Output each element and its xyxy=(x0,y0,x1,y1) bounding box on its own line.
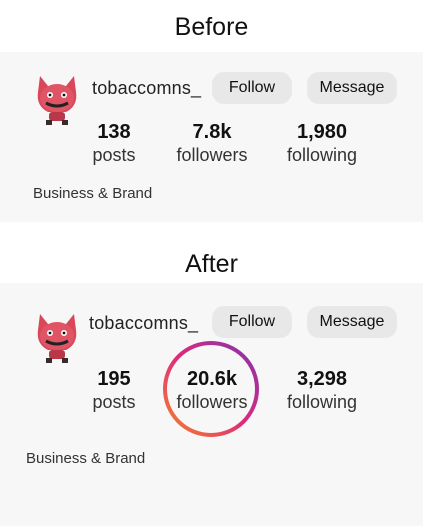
stat-followers-value: 7.8k xyxy=(192,121,232,143)
stat-posts-value: 138 xyxy=(97,121,131,143)
stat-posts-value: 195 xyxy=(97,368,131,390)
avatar[interactable] xyxy=(34,310,80,364)
stat-following-value: 1,980 xyxy=(296,121,348,143)
message-button[interactable]: Message xyxy=(307,306,397,338)
stat-following[interactable]: 1,980 following xyxy=(267,120,377,166)
before-profile-panel: tobaccomns_ Follow Message 138 posts 7.8… xyxy=(0,52,423,222)
username[interactable]: tobaccomns_ xyxy=(89,313,198,334)
follow-button[interactable]: Follow xyxy=(212,72,292,104)
avatar[interactable] xyxy=(34,72,80,126)
stat-posts-label: posts xyxy=(92,392,136,412)
stat-following-value: 3,298 xyxy=(296,368,348,390)
stat-followers[interactable]: 7.8k followers xyxy=(157,120,267,166)
stat-posts-label: posts xyxy=(92,145,136,165)
stat-following[interactable]: 3,298 following xyxy=(267,367,377,413)
stat-following-label: following xyxy=(286,392,358,412)
category-label: Business & Brand xyxy=(26,450,146,467)
stat-posts[interactable]: 195 posts xyxy=(59,367,169,413)
highlight-ring xyxy=(163,341,259,437)
stat-posts[interactable]: 138 posts xyxy=(59,120,169,166)
follow-button[interactable]: Follow xyxy=(212,306,292,338)
category-label: Business & Brand xyxy=(33,185,153,202)
stat-following-label: following xyxy=(286,145,358,165)
before-title: Before xyxy=(174,13,249,41)
stat-followers-label: followers xyxy=(176,145,248,165)
after-title: After xyxy=(185,250,238,278)
message-button[interactable]: Message xyxy=(307,72,397,104)
username[interactable]: tobaccomns_ xyxy=(92,78,201,99)
